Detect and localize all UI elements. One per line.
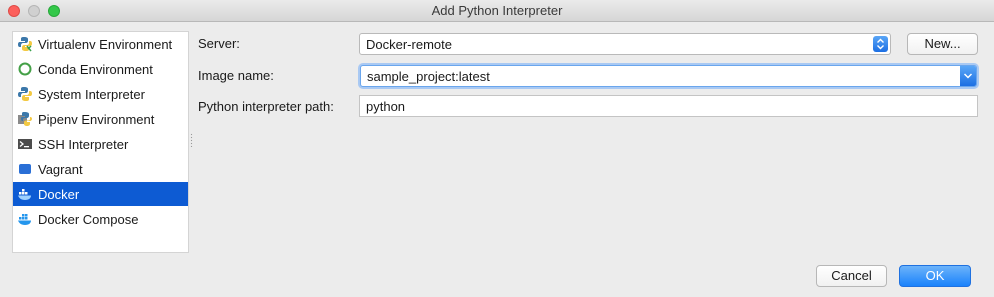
window-title: Add Python Interpreter xyxy=(431,3,563,18)
chevron-down-icon[interactable] xyxy=(960,66,976,86)
splitter-handle[interactable] xyxy=(190,133,193,147)
interpreter-path-label: Python interpreter path: xyxy=(198,99,334,114)
vagrant-icon xyxy=(17,161,33,177)
server-select-value: Docker-remote xyxy=(366,37,452,52)
sidebar-item-docker[interactable]: Docker xyxy=(13,182,188,206)
sidebar-item-label: Conda Environment xyxy=(38,61,153,77)
sidebar-item-label: Docker Compose xyxy=(38,211,139,227)
sidebar-item-label: System Interpreter xyxy=(38,86,145,102)
sidebar-item-vagrant[interactable]: Vagrant xyxy=(13,157,188,181)
sidebar-item-docker-compose[interactable]: Docker Compose xyxy=(13,207,188,231)
docker-icon xyxy=(17,186,33,202)
sidebar-item-label: Docker xyxy=(38,186,80,202)
server-select[interactable]: Docker-remote xyxy=(359,33,891,55)
python-icon xyxy=(17,86,33,102)
image-name-label: Image name: xyxy=(198,68,274,83)
sidebar-item-pipenv[interactable]: Pipenv Environment xyxy=(13,107,188,131)
interpreter-type-list: Virtualenv Environment Conda Environment… xyxy=(12,31,189,253)
image-name-combobox[interactable]: sample_project:latest xyxy=(360,65,977,87)
up-down-chevron-icon xyxy=(873,36,888,52)
pipenv-icon xyxy=(17,111,33,127)
interpreter-path-value: python xyxy=(366,99,406,114)
image-name-value: sample_project:latest xyxy=(367,69,490,84)
sidebar-item-label: SSH Interpreter xyxy=(38,136,129,152)
sidebar-item-label: Vagrant xyxy=(38,161,83,177)
title-bar: Add Python Interpreter xyxy=(0,0,994,22)
sidebar-item-label: Virtualenv Environment xyxy=(38,36,173,52)
ok-button[interactable]: OK xyxy=(899,265,971,287)
sidebar-item-system-interpreter[interactable]: System Interpreter xyxy=(13,82,188,106)
sidebar-item-virtualenv[interactable]: Virtualenv Environment xyxy=(13,32,188,56)
sidebar-item-label: Pipenv Environment xyxy=(38,111,155,127)
server-label: Server: xyxy=(198,36,240,51)
new-server-button[interactable]: New... xyxy=(907,33,978,55)
virtualenv-icon xyxy=(17,36,33,52)
terminal-icon xyxy=(17,136,33,152)
interpreter-path-input[interactable]: python xyxy=(359,95,978,117)
conda-icon xyxy=(17,61,33,77)
sidebar-item-conda[interactable]: Conda Environment xyxy=(13,57,188,81)
sidebar-item-ssh-interpreter[interactable]: SSH Interpreter xyxy=(13,132,188,156)
cancel-button[interactable]: Cancel xyxy=(816,265,887,287)
docker-compose-icon xyxy=(17,211,33,227)
